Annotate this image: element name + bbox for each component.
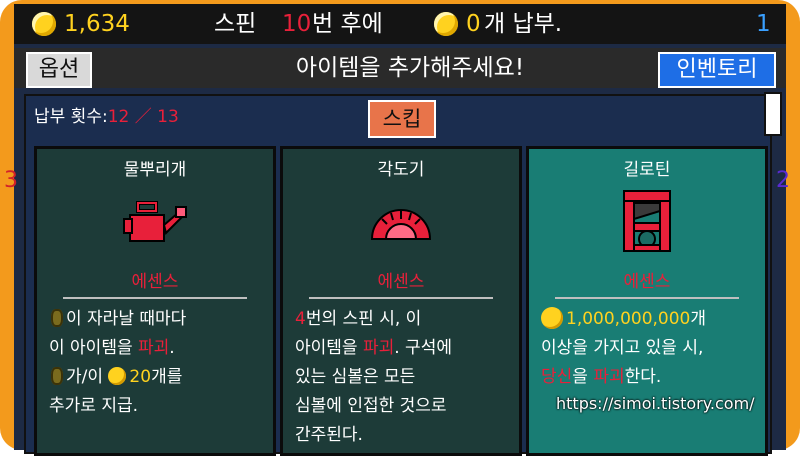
payment-count-total: 13 (157, 107, 179, 127)
guillotine-icon (623, 190, 671, 252)
item-card-protractor[interactable]: 각도기 에센스 4번의 스핀 시, 이 아이템을 파괴. 구석에 있는 심볼은 … (280, 146, 522, 456)
scroll-indicator[interactable] (764, 92, 782, 136)
coin-total: 1,634 (64, 11, 130, 37)
watermark-url: https://simoi.tistory.com/ (556, 394, 755, 413)
options-button[interactable]: 옵션 (26, 52, 92, 88)
coin-icon (541, 307, 563, 329)
item-description: 1,000,000,000개 이상을 가지고 있을 시, 당신을 파괴한다. (541, 307, 707, 387)
seed-icon (51, 367, 63, 385)
top-status-bar: 1,634 스핀 10 번 후에 0 개 납부. 1 (14, 4, 786, 44)
seed-icon (51, 309, 63, 327)
coin-icon (108, 367, 127, 385)
spin-suffix: 번 후에 (312, 11, 383, 37)
coin-icon (32, 12, 56, 36)
skip-button[interactable]: 스킵 (368, 100, 436, 138)
card-divider (309, 297, 493, 299)
protractor-icon (370, 209, 432, 240)
payment-count-current: 12 (107, 107, 130, 127)
spin-count: 10 (282, 11, 312, 37)
spin-prefix: 스핀 (214, 11, 257, 37)
due-coin-icon (434, 12, 458, 36)
item-name: 길로틴 (623, 160, 671, 180)
item-description: 4번의 스핀 시, 이 아이템을 파괴. 구석에 있는 심볼은 모든 심볼에 인… (295, 309, 452, 445)
item-name: 각도기 (377, 160, 425, 180)
right-side-number: 2 (776, 168, 790, 193)
payment-count: 납부 횟수:12 ／ 13 (34, 107, 179, 127)
prompt-message: 아이템을 추가해주세요! (295, 55, 525, 81)
payment-count-label: 납부 횟수: (34, 107, 108, 127)
item-description: 이 자라날 때마다 이 아이템을 파괴. 가/이 20개를 추가로 지급. (49, 309, 187, 416)
card-divider (555, 297, 739, 299)
inventory-button[interactable]: 인벤토리 (658, 52, 776, 88)
item-rarity: 에센스 (131, 272, 179, 292)
watering-can-icon (123, 201, 187, 242)
item-rarity: 에센스 (623, 272, 671, 292)
due-amount: 0 (466, 11, 481, 37)
card-divider (63, 297, 247, 299)
item-rarity: 에센스 (377, 272, 425, 292)
floor-number: 1 (756, 11, 771, 37)
due-suffix: 개 납부. (484, 11, 563, 37)
item-card-watering-can[interactable]: 물뿌리개 에센스 이 자라날 때마다 이 아이템을 파괴. 가/이 20개를 추… (34, 146, 276, 456)
left-side-number: 3 (4, 168, 18, 193)
item-name: 물뿌리개 (123, 160, 187, 180)
